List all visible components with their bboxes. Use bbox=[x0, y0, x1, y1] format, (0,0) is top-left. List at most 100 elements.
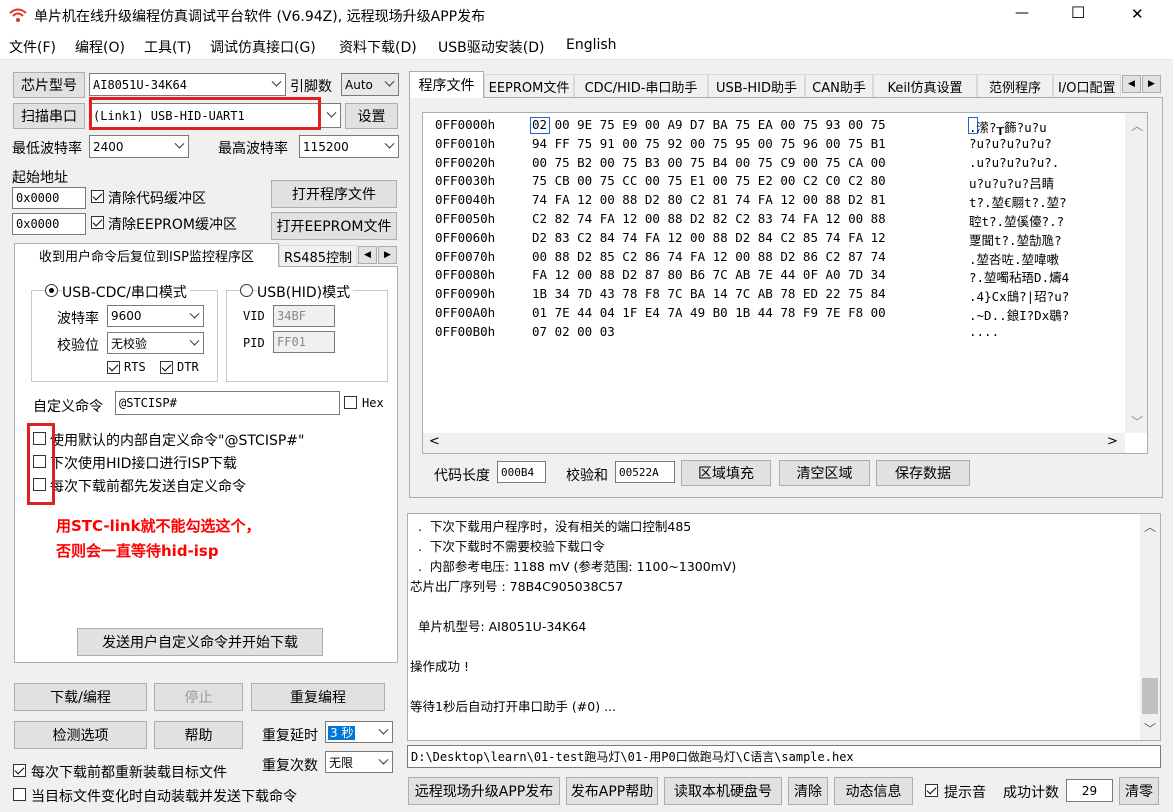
tab-io-config[interactable]: I/O口配置 bbox=[1053, 74, 1121, 98]
clear-eeprom-buffer-checkbox[interactable] bbox=[91, 216, 104, 229]
min-baud-select[interactable]: 2400 bbox=[89, 135, 189, 158]
send-custom-command-button[interactable]: 发送用户自定义命令并开始下载 bbox=[77, 628, 323, 656]
hex-label: Hex bbox=[362, 396, 384, 410]
tab-eeprom-file[interactable]: EEPROM文件 bbox=[484, 74, 574, 98]
custom-command-input[interactable]: @STCISP# bbox=[115, 391, 340, 415]
pins-select[interactable]: Auto bbox=[341, 73, 399, 96]
beep-label: 提示音 bbox=[944, 785, 986, 801]
rts-checkbox[interactable] bbox=[107, 361, 120, 374]
help-button[interactable]: 帮助 bbox=[154, 721, 243, 749]
hex-address: 0FF00A0h bbox=[435, 305, 496, 320]
pid-input[interactable]: FF01 bbox=[273, 331, 335, 353]
tab-usb-hid-assistant[interactable]: USB-HID助手 bbox=[708, 74, 805, 98]
publish-app-help-button[interactable]: 发布APP帮助 bbox=[566, 777, 658, 805]
dtr-checkbox[interactable] bbox=[160, 361, 173, 374]
vid-label: VID bbox=[243, 309, 265, 323]
log-line: . 下次下载时不需要校验下载口令 bbox=[410, 539, 605, 554]
reset-count-button[interactable]: 清零 bbox=[1119, 777, 1159, 805]
auto-reload-checkbox[interactable] bbox=[13, 788, 26, 801]
repeat-delay-select[interactable]: 3 秒 bbox=[325, 721, 393, 743]
check-options-button[interactable]: 检测选项 bbox=[14, 721, 147, 749]
maximize-icon[interactable]: ☐ bbox=[1071, 3, 1085, 22]
menu-download[interactable]: 资料下载(D) bbox=[339, 37, 417, 57]
chip-type-value: AI8051U-34K64 bbox=[93, 77, 187, 92]
fill-region-button[interactable]: 区域填充 bbox=[681, 460, 771, 486]
hex-hscroll[interactable]: < > bbox=[423, 433, 1125, 453]
hex-address: 0FF0050h bbox=[435, 211, 496, 226]
scroll-thumb[interactable] bbox=[1142, 678, 1158, 714]
hex-bytes: C2 82 74 FA 12 00 88 D2 82 C2 83 74 FA 1… bbox=[532, 211, 886, 226]
scroll-down-icon[interactable]: ﹀ bbox=[1131, 413, 1143, 430]
settings-button[interactable]: 设置 bbox=[345, 103, 398, 129]
tab-scroll-left-icon[interactable]: ◀ bbox=[358, 246, 377, 264]
chip-type-label: 芯片型号 bbox=[13, 72, 85, 98]
close-icon[interactable]: ✕ bbox=[1131, 5, 1144, 23]
clear-region-button[interactable]: 清空区域 bbox=[779, 460, 870, 486]
tab-scroll-left-icon[interactable]: ◀ bbox=[1122, 75, 1141, 93]
remote-upgrade-publish-button[interactable]: 远程现场升级APP发布 bbox=[408, 777, 560, 805]
menu-english[interactable]: English bbox=[566, 37, 617, 53]
max-baud-select[interactable]: 115200 bbox=[299, 135, 399, 158]
hex-bytes: FA 12 00 88 D2 87 80 B6 7C AB 7E 44 0F A… bbox=[532, 267, 886, 283]
code-length-label: 代码长度 bbox=[434, 468, 490, 484]
hex-vscroll[interactable]: ︿ ﹀ bbox=[1125, 113, 1147, 433]
menu-tools[interactable]: 工具(T) bbox=[144, 37, 191, 57]
tab-scroll-right-icon[interactable]: ▶ bbox=[378, 246, 397, 264]
window-title: 单片机在线升级编程仿真调试平台软件 (V6.94Z), 远程现场升级APP发布 bbox=[34, 9, 486, 25]
port-highlight-box bbox=[89, 97, 321, 130]
menu-usb-driver[interactable]: USB驱动安装(D) bbox=[438, 37, 544, 57]
download-program-button[interactable]: 下载/编程 bbox=[14, 683, 147, 711]
pid-label: PID bbox=[243, 336, 265, 350]
min-baud-value: 2400 bbox=[93, 139, 124, 154]
reload-target-checkbox[interactable] bbox=[13, 764, 26, 777]
tab-examples[interactable]: 范例程序 bbox=[977, 74, 1053, 98]
scroll-down-icon[interactable]: ﹀ bbox=[1144, 720, 1156, 737]
hex-bytes: 00 88 D2 85 C2 86 74 FA 12 00 88 D2 86 C… bbox=[532, 248, 886, 264]
menu-file[interactable]: 文件(F) bbox=[9, 37, 56, 57]
hex-bytes: 01 7E 44 04 1F E4 7A 49 B0 1B 44 78 F9 7… bbox=[532, 305, 886, 320]
tab-rs485[interactable]: RS485控制 bbox=[279, 245, 357, 267]
hex-address: 0FF00B0h bbox=[435, 323, 496, 339]
tab-isp-reset[interactable]: 收到用户命令后复位到ISP监控程序区 bbox=[14, 243, 279, 267]
send-command-before-download-label: 每次下载前都先发送自定义命令 bbox=[50, 479, 246, 495]
read-disk-id-button[interactable]: 读取本机硬盘号 bbox=[664, 777, 782, 805]
cdc-mode-label: USB-CDC/串口模式 bbox=[62, 282, 190, 302]
tab-program-file[interactable]: 程序文件 bbox=[409, 71, 484, 98]
scroll-left-icon[interactable]: < bbox=[429, 434, 440, 449]
tab-serial-assistant[interactable]: CDC/HID-串口助手 bbox=[574, 74, 708, 98]
beep-checkbox[interactable] bbox=[925, 784, 938, 797]
chip-type-select[interactable]: AI8051U-34K64 bbox=[89, 73, 286, 96]
code-start-address-input[interactable]: 0x0000 bbox=[12, 187, 86, 209]
dynamic-info-button[interactable]: 动态信息 bbox=[834, 777, 913, 805]
hex-ascii: .堃呇咗.堃喡嘋 bbox=[969, 251, 1060, 267]
scroll-up-icon[interactable]: ︿ bbox=[1144, 518, 1156, 535]
hid-mode-radio[interactable] bbox=[240, 284, 253, 297]
clear-code-buffer-checkbox[interactable] bbox=[91, 190, 104, 203]
eeprom-start-address-input[interactable]: 0x0000 bbox=[12, 213, 86, 235]
repeat-delay-value: 3 秒 bbox=[328, 725, 356, 740]
clear-log-button[interactable]: 清除 bbox=[788, 777, 828, 805]
tab-scroll-right-icon[interactable]: ▶ bbox=[1142, 75, 1161, 93]
menu-debug[interactable]: 调试仿真接口(G) bbox=[210, 37, 316, 57]
cdc-mode-radio[interactable] bbox=[45, 284, 58, 297]
open-eeprom-file-button[interactable]: 打开EEPROM文件 bbox=[271, 212, 397, 240]
chevron-down-icon bbox=[267, 74, 285, 95]
repeat-count-select[interactable]: 无限 bbox=[325, 751, 393, 773]
scan-port-button[interactable]: 扫描串口 bbox=[13, 103, 85, 129]
tab-can-assistant[interactable]: CAN助手 bbox=[805, 74, 873, 98]
scroll-right-icon[interactable]: > bbox=[1107, 434, 1118, 449]
hex-checkbox[interactable] bbox=[344, 396, 357, 409]
vid-input[interactable]: 34BF bbox=[273, 305, 335, 327]
open-program-file-button[interactable]: 打开程序文件 bbox=[271, 180, 397, 208]
reload-target-label: 每次下载前都重新装载目标文件 bbox=[31, 765, 227, 781]
stop-button[interactable]: 停止 bbox=[154, 683, 243, 711]
parity-select[interactable]: 无校验 bbox=[107, 332, 204, 354]
log-vscroll[interactable]: ︿ ﹀ bbox=[1140, 514, 1160, 740]
save-data-button[interactable]: 保存数据 bbox=[876, 460, 970, 486]
repeat-program-button[interactable]: 重复编程 bbox=[251, 683, 385, 711]
tab-keil-settings[interactable]: Keil仿真设置 bbox=[873, 74, 977, 98]
scroll-up-icon[interactable]: ︿ bbox=[1131, 117, 1143, 134]
menu-program[interactable]: 编程(O) bbox=[75, 37, 125, 57]
minimize-icon[interactable]: — bbox=[1015, 5, 1029, 21]
baud-select[interactable]: 9600 bbox=[107, 305, 204, 327]
